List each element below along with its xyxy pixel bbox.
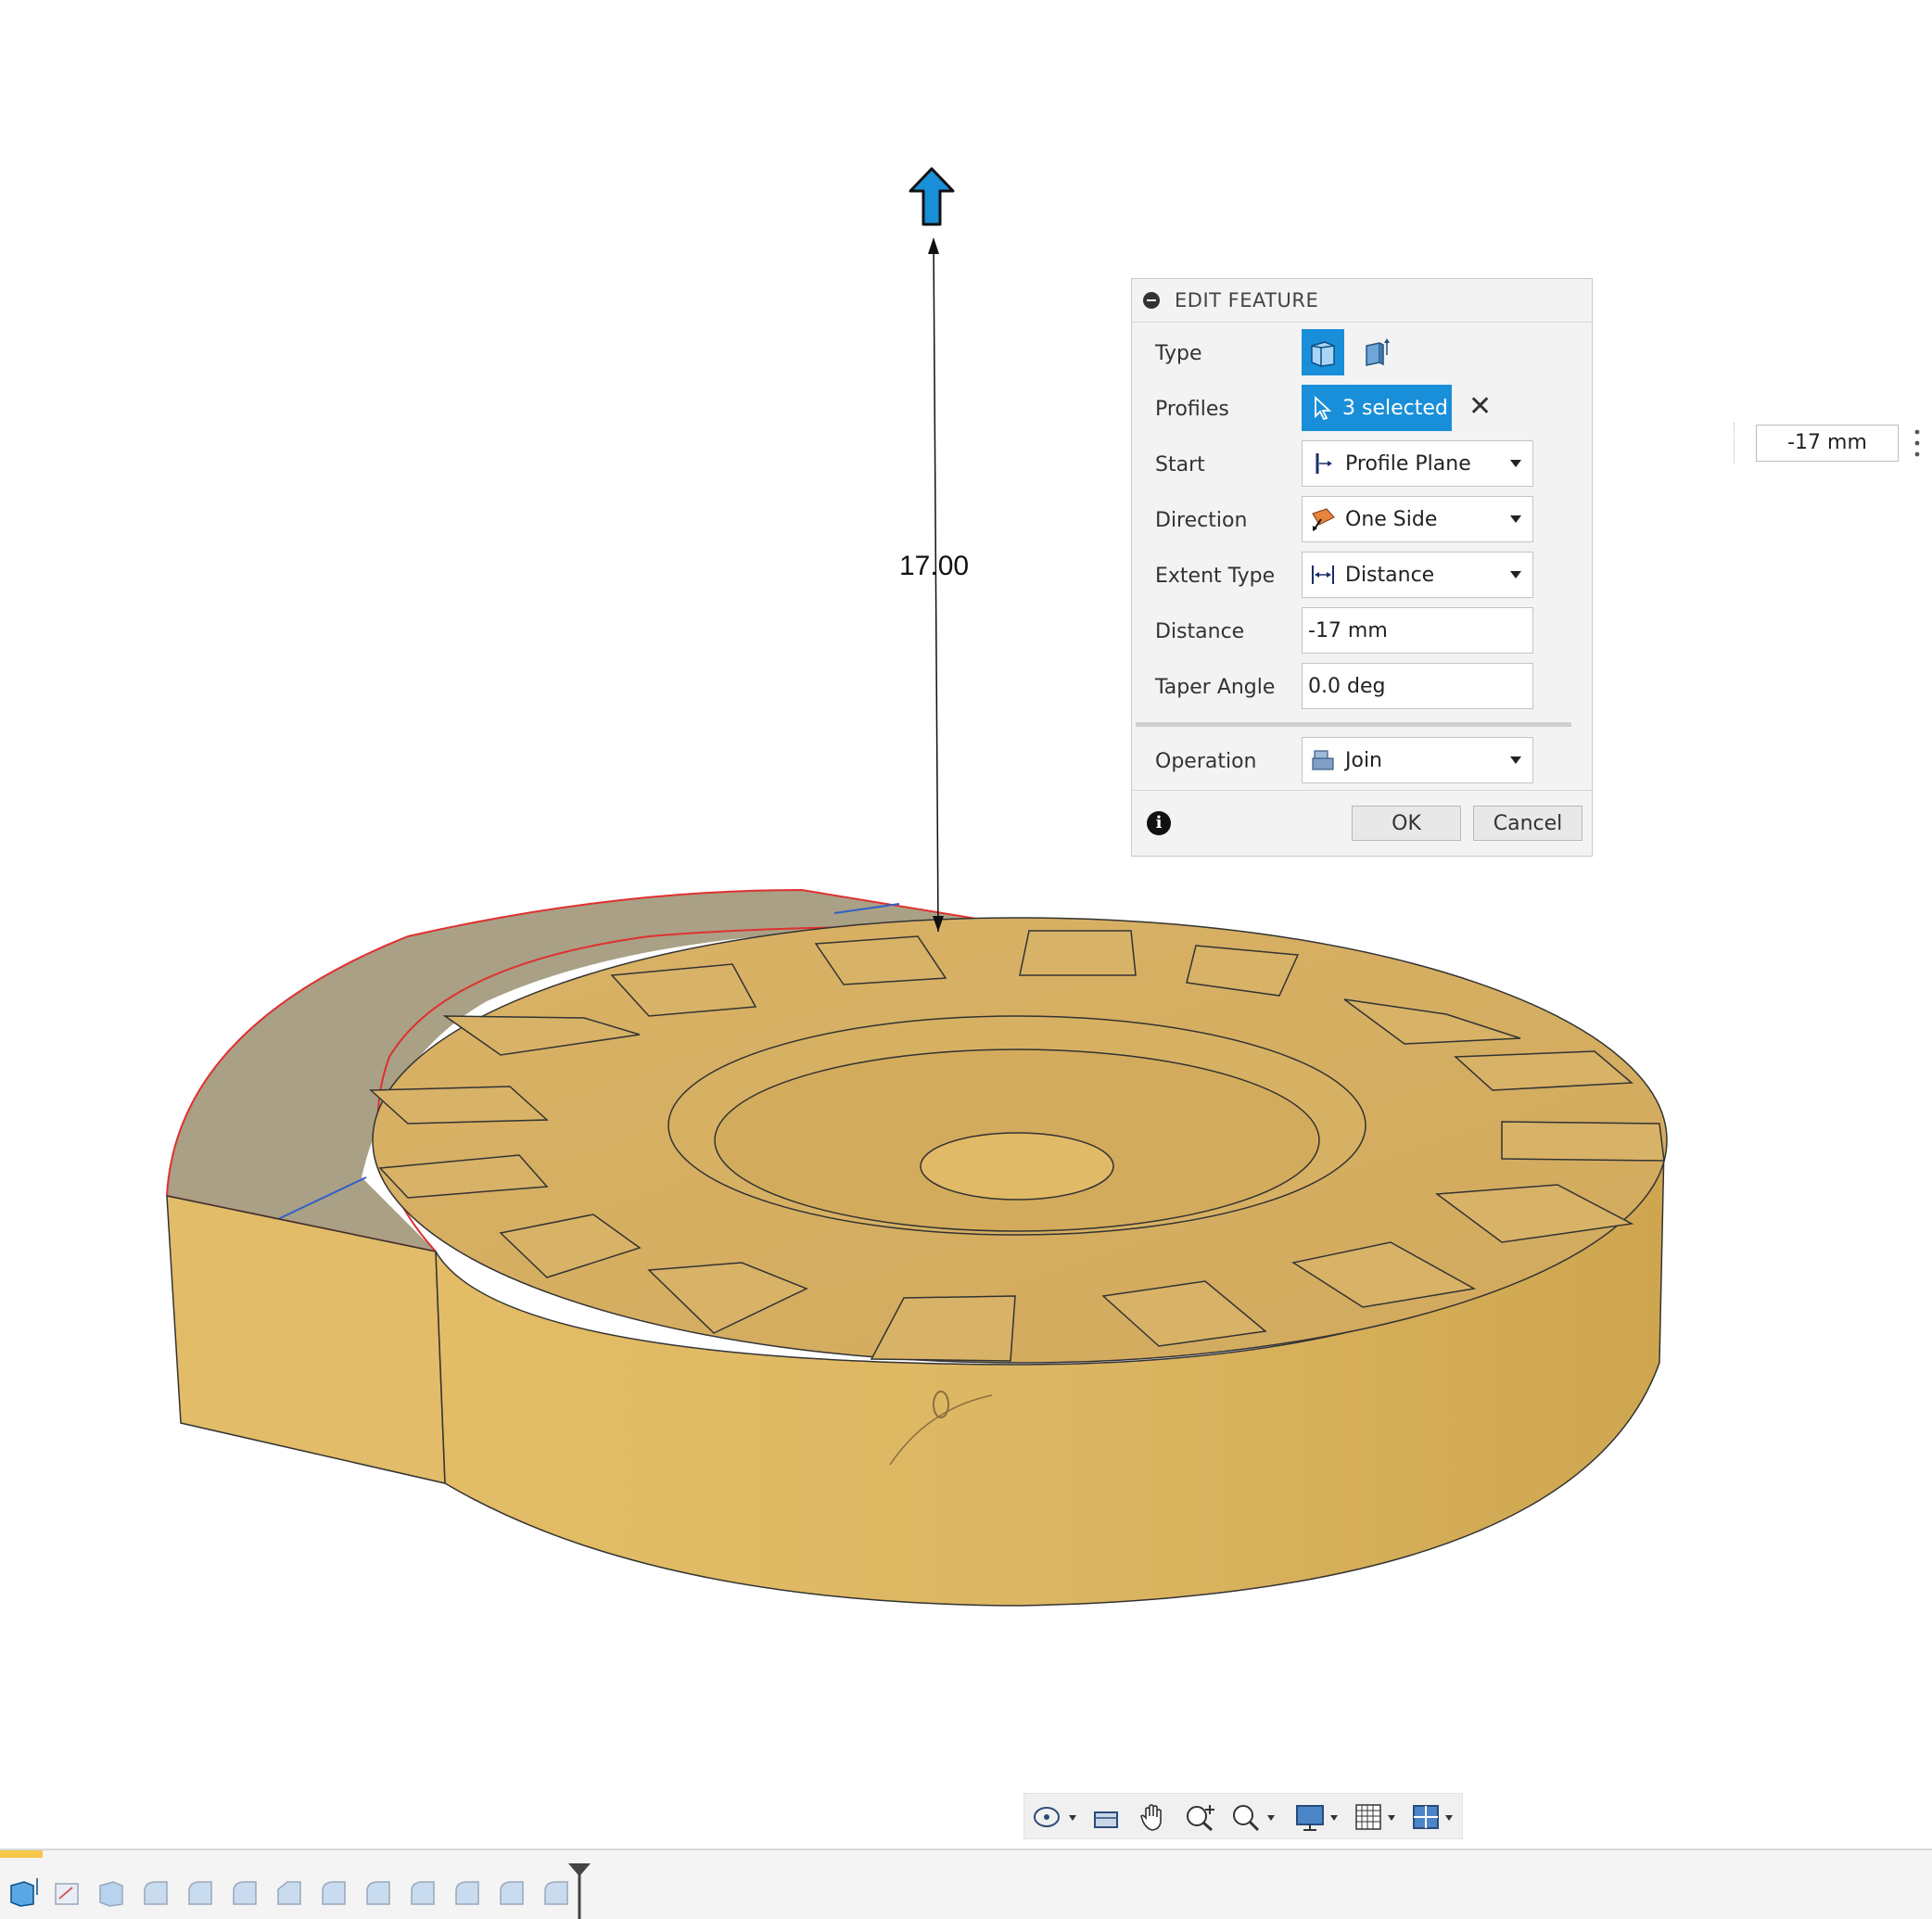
join-icon [1312, 750, 1334, 770]
dimension-line [933, 238, 939, 933]
distance-input[interactable]: -17 mm [1302, 607, 1533, 654]
floating-distance-input-container: -17 mm [1734, 423, 1928, 464]
distance-icon [1312, 566, 1334, 584]
chevron-down-icon [1510, 756, 1521, 764]
start-value: Profile Plane [1345, 451, 1471, 476]
viewports-icon [1413, 1805, 1453, 1829]
look-at-button[interactable] [1091, 1799, 1121, 1835]
center-hole[interactable] [920, 1132, 1114, 1201]
dimension-arrow-top [928, 237, 939, 254]
one-side-icon [1312, 508, 1335, 531]
dimension-label[interactable]: 17.00 [899, 551, 969, 582]
extent-type-value: Distance [1345, 563, 1435, 587]
panel-header[interactable]: EDIT FEATURE [1132, 279, 1592, 323]
timeline-fillet-icon[interactable] [319, 1876, 350, 1910]
info-icon[interactable]: i [1147, 811, 1171, 835]
profile-plane-icon [1316, 453, 1332, 474]
navigation-toolbar [1023, 1793, 1463, 1839]
timeline [0, 1849, 1932, 1919]
timeline-sketch-icon[interactable] [52, 1876, 83, 1910]
timeline-fillet-icon[interactable] [230, 1876, 261, 1910]
operation-row: Operation Join [1132, 737, 1592, 785]
direction-dropdown[interactable]: One Side [1302, 496, 1533, 542]
operation-dropdown[interactable]: Join [1302, 737, 1533, 783]
timeline-marker[interactable] [567, 1862, 591, 1919]
section-divider [1136, 722, 1571, 727]
orbit-button[interactable] [1032, 1799, 1080, 1835]
timeline-fillet-icon[interactable] [408, 1876, 439, 1910]
panel-footer: i OK Cancel [1132, 790, 1592, 856]
pan-icon [1140, 1804, 1162, 1831]
distance-label: Distance [1155, 620, 1245, 643]
viewports-button[interactable] [1412, 1799, 1460, 1835]
profiles-selection-button[interactable]: 3 selected [1302, 385, 1452, 431]
clear-selection-icon[interactable]: ✕ [1468, 390, 1492, 423]
chevron-down-icon [1510, 460, 1521, 467]
cancel-button[interactable]: Cancel [1473, 806, 1582, 841]
type-label: Type [1155, 342, 1202, 365]
timeline-fillet-icon[interactable] [452, 1876, 484, 1910]
direction-value: One Side [1345, 507, 1438, 531]
extent-type-row: Extent Type Distance [1132, 552, 1592, 600]
start-row: Start Profile Plane [1132, 440, 1592, 489]
start-dropdown[interactable]: Profile Plane [1302, 440, 1533, 487]
start-label: Start [1155, 453, 1205, 477]
pan-button[interactable] [1138, 1799, 1169, 1835]
fit-button[interactable] [1230, 1799, 1280, 1835]
timeline-fillet-icon[interactable] [185, 1876, 217, 1910]
chevron-down-icon [1510, 571, 1521, 578]
display-settings-button[interactable] [1295, 1799, 1345, 1835]
panel-title: EDIT FEATURE [1175, 289, 1319, 311]
timeline-fillet-icon[interactable] [497, 1876, 528, 1910]
extrude-drag-arrow-icon[interactable] [909, 167, 955, 226]
grid-button[interactable] [1354, 1799, 1403, 1835]
thin-extrude-button[interactable] [1354, 329, 1397, 375]
orbit-icon [1034, 1807, 1076, 1827]
timeline-extrude-feature-icon[interactable] [7, 1876, 39, 1910]
3d-viewport[interactable] [0, 0, 1932, 1919]
fit-icon [1233, 1805, 1275, 1832]
thin-extrude-icon [1366, 338, 1390, 366]
extent-type-label: Extent Type [1155, 565, 1276, 588]
floating-distance-input[interactable]: -17 mm [1756, 425, 1899, 462]
extent-type-dropdown[interactable]: Distance [1302, 552, 1533, 598]
distance-value: -17 mm [1308, 618, 1388, 642]
distance-row: Distance -17 mm [1132, 607, 1592, 655]
timeline-extrude-icon[interactable] [96, 1876, 128, 1910]
cursor-icon [1315, 396, 1332, 420]
profiles-count: 3 selected [1342, 396, 1448, 420]
operation-value: Join [1345, 748, 1383, 772]
operation-label: Operation [1155, 750, 1257, 773]
timeline-fillet-icon[interactable] [363, 1876, 395, 1910]
collapse-icon[interactable] [1143, 292, 1160, 309]
edit-feature-panel: EDIT FEATURE Type Profiles 3 selected ✕ … [1131, 278, 1593, 857]
display-settings-icon [1296, 1805, 1338, 1831]
drag-handle[interactable] [1734, 423, 1746, 464]
profiles-row: Profiles 3 selected ✕ [1132, 385, 1592, 433]
timeline-active-marker [0, 1850, 43, 1858]
look-at-icon [1094, 1811, 1118, 1828]
more-options-icon[interactable] [1914, 428, 1920, 458]
grid-icon [1355, 1804, 1395, 1830]
chevron-down-icon [1510, 515, 1521, 523]
taper-angle-input[interactable]: 0.0 deg [1302, 663, 1533, 709]
ok-button[interactable]: OK [1352, 806, 1461, 841]
zoom-button[interactable] [1184, 1799, 1219, 1835]
type-row: Type [1132, 329, 1592, 377]
solid-extrude-button[interactable] [1302, 329, 1344, 375]
profiles-label: Profiles [1155, 398, 1229, 421]
solid-extrude-icon [1311, 341, 1335, 367]
direction-label: Direction [1155, 509, 1248, 532]
taper-angle-label: Taper Angle [1155, 676, 1276, 699]
timeline-fillet-icon[interactable] [141, 1876, 172, 1910]
taper-angle-row: Taper Angle 0.0 deg [1132, 663, 1592, 711]
taper-angle-value: 0.0 deg [1308, 674, 1386, 698]
direction-row: Direction One Side [1132, 496, 1592, 544]
zoom-icon [1187, 1805, 1214, 1832]
timeline-chamfer-icon[interactable] [274, 1876, 306, 1910]
